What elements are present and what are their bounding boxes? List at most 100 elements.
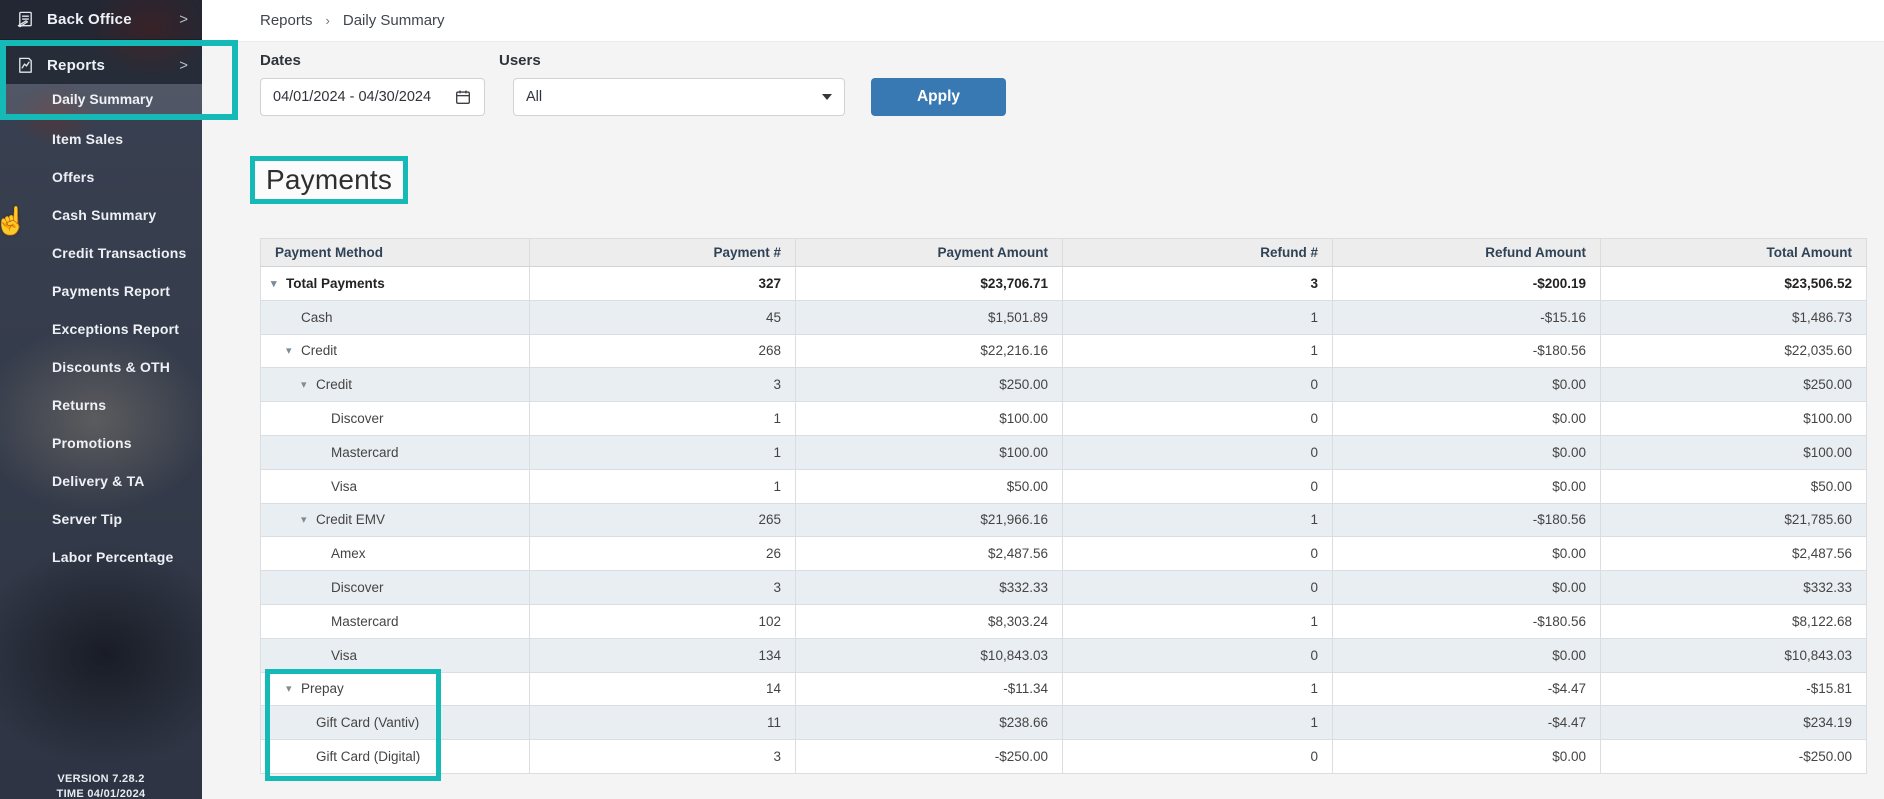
payment-method-label: Prepay	[301, 681, 344, 696]
apply-button[interactable]: Apply	[871, 78, 1006, 116]
back-office-icon	[16, 10, 35, 29]
cell-refund-count: 0	[1063, 402, 1333, 436]
cell-payment-amount: $1,501.89	[796, 300, 1063, 334]
cell-payment-count: 3	[530, 368, 796, 402]
payment-method-label: Visa	[331, 648, 357, 663]
column-header-payment-amount: Payment Amount	[796, 239, 1063, 267]
table-row-credit-emv: ▾Credit EMV265$21,966.161-$180.56$21,785…	[261, 503, 1867, 537]
collapse-triangle-icon[interactable]: ▾	[286, 682, 301, 695]
cell-refund-count: 0	[1063, 571, 1333, 605]
cell-payment-method: ▾Total Payments	[261, 267, 530, 301]
table-header-row: Payment MethodPayment #Payment AmountRef…	[261, 239, 1867, 267]
cell-payment-count: 1	[530, 435, 796, 469]
cell-total-amount: $2,487.56	[1601, 537, 1867, 571]
cell-total-amount: $1,486.73	[1601, 300, 1867, 334]
sidebar-item-discounts-oth[interactable]: Discounts & OTH	[0, 348, 202, 386]
cell-payment-count: 11	[530, 706, 796, 740]
cell-refund-amount: -$4.47	[1333, 706, 1601, 740]
table-row-visa: Visa134$10,843.030$0.00$10,843.03	[261, 638, 1867, 672]
cell-payment-amount: $100.00	[796, 435, 1063, 469]
payments-table: Payment MethodPayment #Payment AmountRef…	[260, 238, 1867, 774]
cell-payment-method: ▾Prepay	[261, 672, 530, 706]
cell-payment-amount: $22,216.16	[796, 334, 1063, 368]
cell-refund-amount: $0.00	[1333, 402, 1601, 436]
payment-method-label: Amex	[331, 546, 366, 561]
filter-bar: Dates 04/01/2024 - 04/30/2024 Users All …	[260, 52, 1006, 116]
users-select[interactable]: All	[513, 78, 845, 116]
cell-total-amount: $332.33	[1601, 571, 1867, 605]
mouse-hand-cursor: ☝	[0, 205, 28, 237]
cell-payment-count: 45	[530, 300, 796, 334]
table-row-discover: Discover3$332.330$0.00$332.33	[261, 571, 1867, 605]
collapse-triangle-icon[interactable]: ▾	[271, 277, 286, 290]
sidebar-item-server-tip[interactable]: Server Tip	[0, 500, 202, 538]
table-row-total-payments: ▾Total Payments327$23,706.713-$200.19$23…	[261, 267, 1867, 301]
sidebar-item-back-office[interactable]: Back Office >	[0, 0, 202, 40]
sidebar-item-daily-summary-selected[interactable]: Daily Summary	[0, 84, 202, 114]
payments-table-container: Payment MethodPayment #Payment AmountRef…	[260, 238, 1866, 774]
cell-payment-method: ▾Credit	[261, 368, 530, 402]
column-header-total-amount: Total Amount	[1601, 239, 1867, 267]
sidebar-item-label: Reports	[47, 57, 105, 74]
table-row-credit: ▾Credit268$22,216.161-$180.56$22,035.60	[261, 334, 1867, 368]
payment-method-label: Gift Card (Digital)	[316, 749, 420, 764]
cell-payment-amount: $100.00	[796, 402, 1063, 436]
cell-refund-amount: -$4.47	[1333, 672, 1601, 706]
cell-payment-count: 3	[530, 740, 796, 774]
version-info: VERSION 7.28.2 TIME 04/01/2024	[0, 772, 202, 799]
sidebar-item-credit-transactions[interactable]: Credit Transactions	[0, 234, 202, 272]
cell-payment-count: 102	[530, 604, 796, 638]
collapse-triangle-icon[interactable]: ▾	[286, 344, 301, 357]
payment-method-label: Visa	[331, 479, 357, 494]
cell-total-amount: $100.00	[1601, 402, 1867, 436]
sidebar-item-labor-percentage[interactable]: Labor Percentage	[0, 538, 202, 576]
sidebar-item-returns[interactable]: Returns	[0, 386, 202, 424]
caret-down-icon	[822, 94, 832, 100]
cell-payment-method: Amex	[261, 537, 530, 571]
cell-payment-method: Visa	[261, 469, 530, 503]
cell-payment-amount: -$11.34	[796, 672, 1063, 706]
table-row-mastercard: Mastercard102$8,303.241-$180.56$8,122.68	[261, 604, 1867, 638]
cell-payment-count: 265	[530, 503, 796, 537]
sidebar-item-reports[interactable]: Reports >	[0, 46, 202, 84]
cell-payment-method: Gift Card (Vantiv)	[261, 706, 530, 740]
sidebar-item-item-sales[interactable]: Item Sales	[0, 120, 202, 158]
cell-payment-method: ▾Credit	[261, 334, 530, 368]
table-row-prepay: ▾Prepay14-$11.341-$4.47-$15.81	[261, 672, 1867, 706]
reports-icon	[16, 56, 35, 75]
cell-payment-method: Mastercard	[261, 604, 530, 638]
sidebar-item-exceptions-report[interactable]: Exceptions Report	[0, 310, 202, 348]
date-range-input[interactable]: 04/01/2024 - 04/30/2024	[260, 78, 485, 116]
cell-total-amount: -$250.00	[1601, 740, 1867, 774]
calendar-icon[interactable]	[454, 88, 472, 106]
breadcrumb-reports[interactable]: Reports	[260, 12, 313, 29]
cell-refund-count: 0	[1063, 469, 1333, 503]
payment-method-label: Credit	[316, 377, 352, 392]
collapse-triangle-icon[interactable]: ▾	[301, 378, 316, 391]
table-row-mastercard: Mastercard1$100.000$0.00$100.00	[261, 435, 1867, 469]
cell-refund-amount: $0.00	[1333, 435, 1601, 469]
sidebar-item-promotions[interactable]: Promotions	[0, 424, 202, 462]
table-row-gift-card-digital-: Gift Card (Digital)3-$250.000$0.00-$250.…	[261, 740, 1867, 774]
breadcrumb-daily-summary: Daily Summary	[343, 12, 445, 29]
cell-total-amount: $250.00	[1601, 368, 1867, 402]
table-row-gift-card-vantiv-: Gift Card (Vantiv)11$238.661-$4.47$234.1…	[261, 706, 1867, 740]
cell-total-amount: -$15.81	[1601, 672, 1867, 706]
cell-total-amount: $23,506.52	[1601, 267, 1867, 301]
sidebar-item-payments-report[interactable]: Payments Report	[0, 272, 202, 310]
cell-refund-amount: $0.00	[1333, 469, 1601, 503]
collapse-triangle-icon[interactable]: ▾	[301, 513, 316, 526]
cell-total-amount: $22,035.60	[1601, 334, 1867, 368]
payment-method-label: Discover	[331, 411, 384, 426]
table-row-credit: ▾Credit3$250.000$0.00$250.00	[261, 368, 1867, 402]
sidebar-item-offers[interactable]: Offers	[0, 158, 202, 196]
sidebar-report-links: Item SalesOffersCash SummaryCredit Trans…	[0, 120, 202, 576]
sidebar-item-cash-summary[interactable]: Cash Summary	[0, 196, 202, 234]
sidebar-item-delivery-ta[interactable]: Delivery & TA	[0, 462, 202, 500]
users-select-value: All	[526, 89, 542, 105]
cell-total-amount: $100.00	[1601, 435, 1867, 469]
cell-payment-amount: $10,843.03	[796, 638, 1063, 672]
cell-refund-amount: $0.00	[1333, 571, 1601, 605]
payment-method-label: Credit	[301, 343, 337, 358]
cell-refund-amount: $0.00	[1333, 368, 1601, 402]
